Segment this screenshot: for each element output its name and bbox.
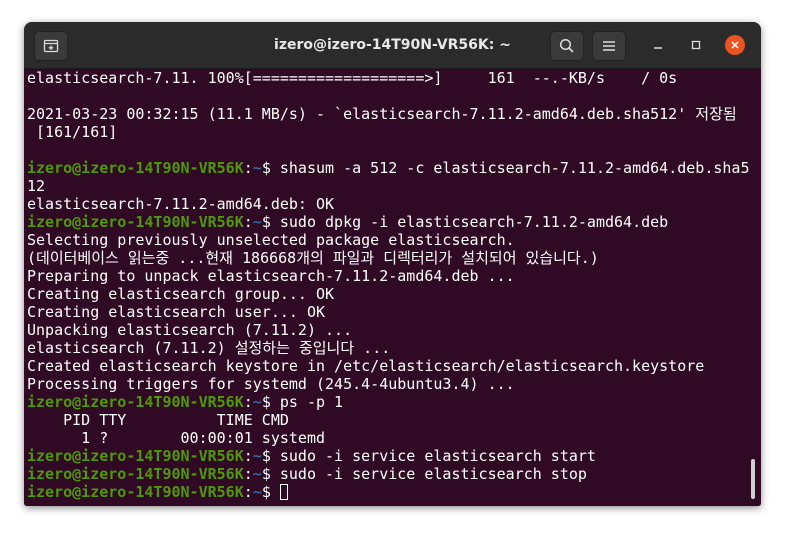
output-line: Preparing to unpack elasticsearch-7.11.2… [27, 267, 515, 285]
prompt-user-host: izero@izero-14T90N-VR56K [27, 483, 244, 501]
output-line: 1 ? 00:00:01 systemd [27, 429, 326, 447]
search-button[interactable] [550, 31, 584, 61]
prompt-user-host: izero@izero-14T90N-VR56K [27, 447, 244, 465]
menu-button[interactable] [592, 31, 626, 61]
close-icon [731, 41, 739, 49]
output-line: Unpacking elasticsearch (7.11.2) ... [27, 321, 353, 339]
output-line: elasticsearch (7.11.2) 설정하는 중입니다 ... [27, 339, 391, 357]
prompt-path: ~ [252, 483, 262, 501]
output-line: Selecting previously unselected package … [27, 231, 515, 249]
terminal-window: izero@izero-14T90N-VR56K: ~ elasticsearc… [24, 22, 761, 506]
terminal-output[interactable]: elasticsearch-7.11. 100%[===============… [24, 69, 761, 506]
prompt-line: izero@izero-14T90N-VR56K:~$ [27, 483, 749, 501]
prompt-path: ~ [252, 213, 262, 231]
prompt-symbol: $ [261, 393, 271, 411]
prompt-line: izero@izero-14T90N-VR56K:~$ sudo -i serv… [27, 465, 749, 483]
prompt-separator: : [243, 465, 253, 483]
command-text: sudo -i service elasticsearch start [270, 447, 596, 465]
search-icon [559, 38, 574, 53]
prompt-path: ~ [252, 465, 262, 483]
output-line: Processing triggers for systemd (245.4-4… [27, 375, 515, 393]
prompt-user-host: izero@izero-14T90N-VR56K [27, 213, 244, 231]
maximize-button[interactable] [686, 35, 706, 55]
output-line: (데이터베이스 읽는중 ...현재 186668개의 파일과 디렉터리가 설치되… [27, 249, 599, 267]
command-text [271, 483, 280, 501]
prompt-line: izero@izero-14T90N-VR56K:~$ sudo -i serv… [27, 447, 749, 465]
title-bar[interactable]: izero@izero-14T90N-VR56K: ~ [24, 22, 761, 69]
minimize-button[interactable] [648, 35, 668, 55]
prompt-path: ~ [252, 159, 262, 177]
prompt-separator: : [243, 393, 253, 411]
terminal-lines: elasticsearch-7.11. 100%[===============… [27, 69, 749, 501]
minimize-icon [654, 47, 662, 49]
prompt-symbol: $ [261, 483, 271, 501]
output-line: elasticsearch-7.11.2-amd64.deb: OK [27, 195, 335, 213]
scrollbar[interactable] [751, 459, 755, 499]
command-text: sudo dpkg -i elasticsearch-7.11.2-amd64.… [270, 213, 669, 231]
output-line: Creating elasticsearch group... OK [27, 285, 335, 303]
prompt-path: ~ [252, 393, 262, 411]
prompt-separator: : [243, 159, 253, 177]
prompt-separator: : [243, 213, 253, 231]
prompt-separator: : [243, 447, 253, 465]
prompt-user-host: izero@izero-14T90N-VR56K [27, 159, 244, 177]
prompt-line: izero@izero-14T90N-VR56K:~$ sudo dpkg -i… [27, 213, 749, 231]
maximize-icon [691, 40, 701, 50]
command-text: sudo -i service elasticsearch stop [270, 465, 587, 483]
command-text: shasum -a 512 -c elasticsearch-7.11.2-am… [270, 159, 750, 177]
prompt-path: ~ [252, 447, 262, 465]
output-line: Creating elasticsearch user... OK [27, 303, 326, 321]
output-line: 2021-03-23 00:32:15 (11.1 MB/s) - `elast… [27, 105, 737, 123]
hamburger-menu-icon [603, 41, 615, 51]
output-line: elasticsearch-7.11. 100%[===============… [27, 69, 678, 87]
prompt-symbol: $ [261, 159, 271, 177]
output-line: [161/161] [27, 123, 118, 141]
prompt-user-host: izero@izero-14T90N-VR56K [27, 465, 244, 483]
prompt-symbol: $ [261, 447, 271, 465]
prompt-symbol: $ [261, 465, 271, 483]
command-text: ps -p 1 [270, 393, 344, 411]
prompt-user-host: izero@izero-14T90N-VR56K [27, 393, 244, 411]
text-cursor[interactable] [279, 484, 288, 500]
prompt-line: izero@izero-14T90N-VR56K:~$ ps -p 1 [27, 393, 749, 411]
prompt-separator: : [243, 483, 253, 501]
prompt-line: izero@izero-14T90N-VR56K:~$ shasum -a 51… [27, 159, 749, 177]
output-line: PID TTY TIME CMD [27, 411, 289, 429]
output-line: Created elasticsearch keystore in /etc/e… [27, 357, 705, 375]
output-line: 12 [27, 177, 46, 195]
close-button[interactable] [725, 35, 745, 55]
prompt-symbol: $ [261, 213, 271, 231]
